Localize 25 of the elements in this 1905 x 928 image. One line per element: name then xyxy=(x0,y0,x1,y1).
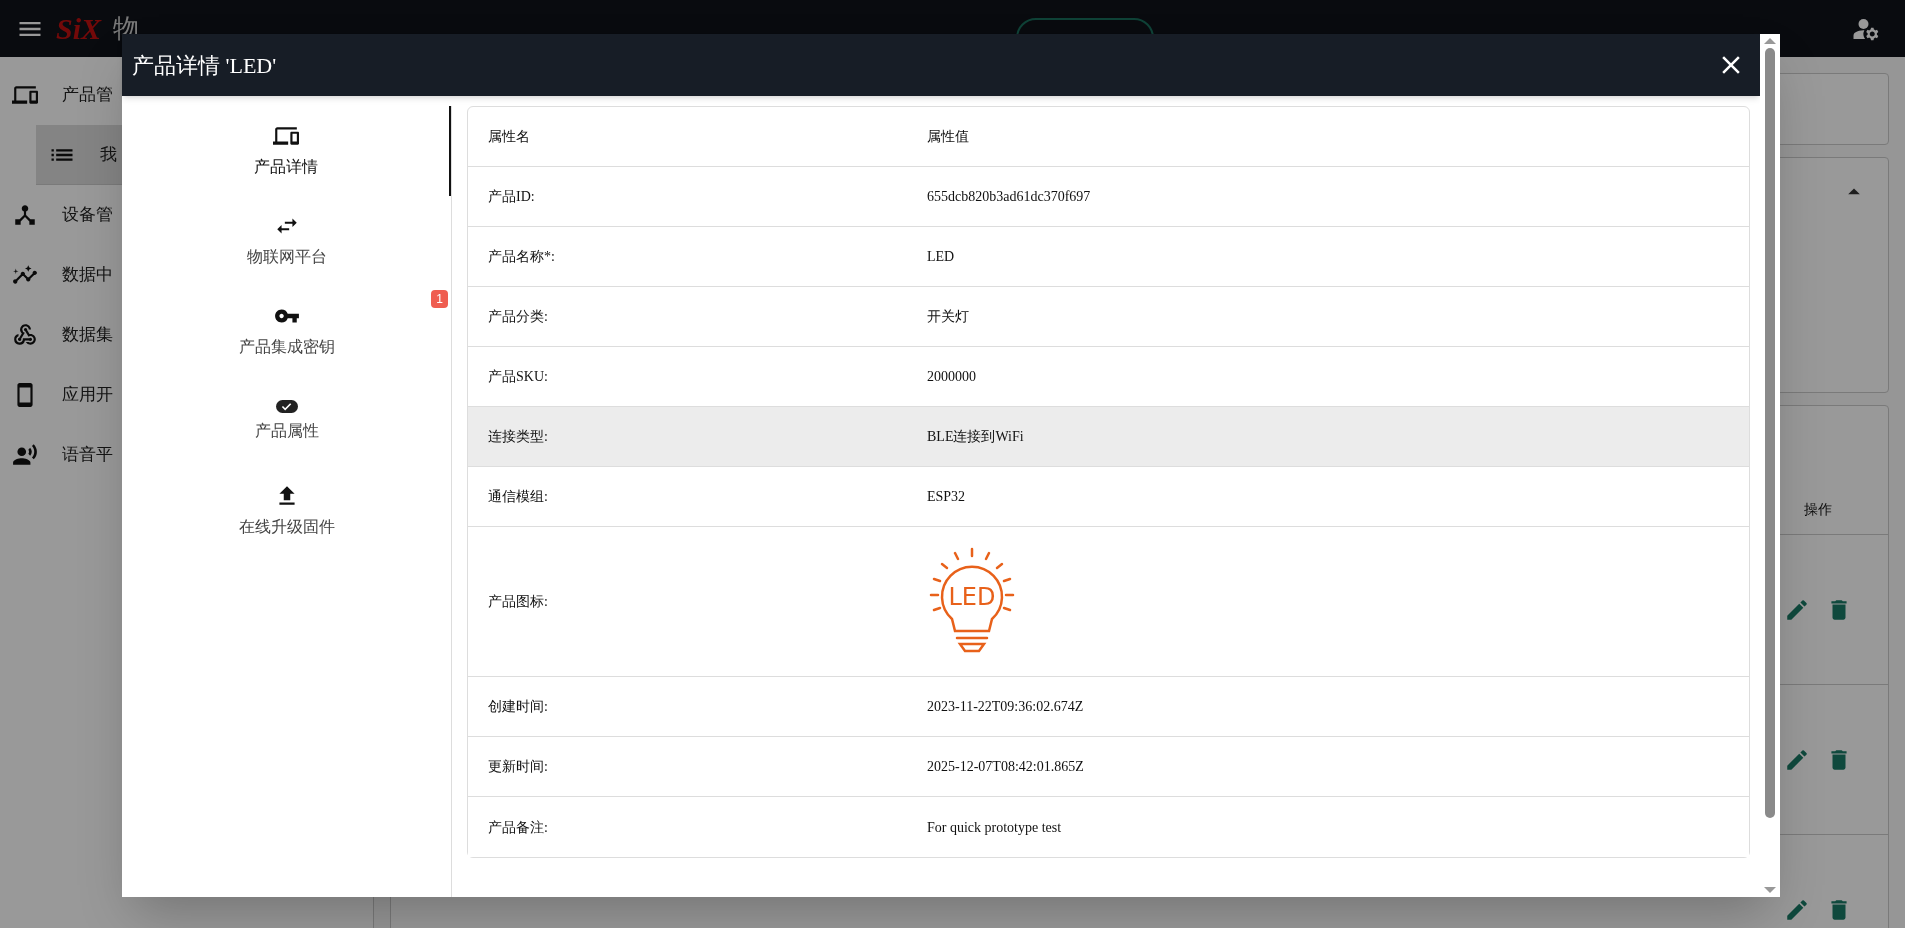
property-name: 产品图标: xyxy=(487,593,548,611)
count-badge: 1 xyxy=(431,290,448,308)
property-value: 655dcb820b3ad61dc370f697 xyxy=(927,188,1091,206)
property-value: ESP32 xyxy=(927,488,966,506)
property-value: 2023-11-22T09:36:02.674Z xyxy=(927,698,1084,716)
property-value: 开关灯 xyxy=(927,308,969,326)
property-value: LED xyxy=(927,248,955,266)
column-header: 操作 xyxy=(1804,500,1832,519)
property-name: 创建时间: xyxy=(487,698,548,716)
property-name: 产品SKU: xyxy=(487,368,548,386)
property-name: 产品分类: xyxy=(487,308,548,326)
property-name: 产品备注: xyxy=(487,818,548,837)
property-value: BLE连接到WiFi xyxy=(927,428,1024,446)
logo: SiX xyxy=(56,11,102,47)
property-name: 通信模组: xyxy=(487,488,548,506)
column-header: 属性值 xyxy=(927,127,970,146)
dialog-title: 产品详情 'LED' xyxy=(132,51,277,80)
property-name: 产品名称*: xyxy=(487,248,555,266)
property-value: 2000000 xyxy=(927,368,976,386)
property-name: 更新时间: xyxy=(487,758,548,776)
property-value: For quick prototype test xyxy=(927,818,1062,837)
property-name: 产品ID: xyxy=(487,188,535,206)
property-name: 连接类型: xyxy=(487,428,548,446)
column-header: 属性名 xyxy=(487,127,531,146)
property-value: 2025-12-07T08:42:01.865Z xyxy=(927,758,1084,776)
